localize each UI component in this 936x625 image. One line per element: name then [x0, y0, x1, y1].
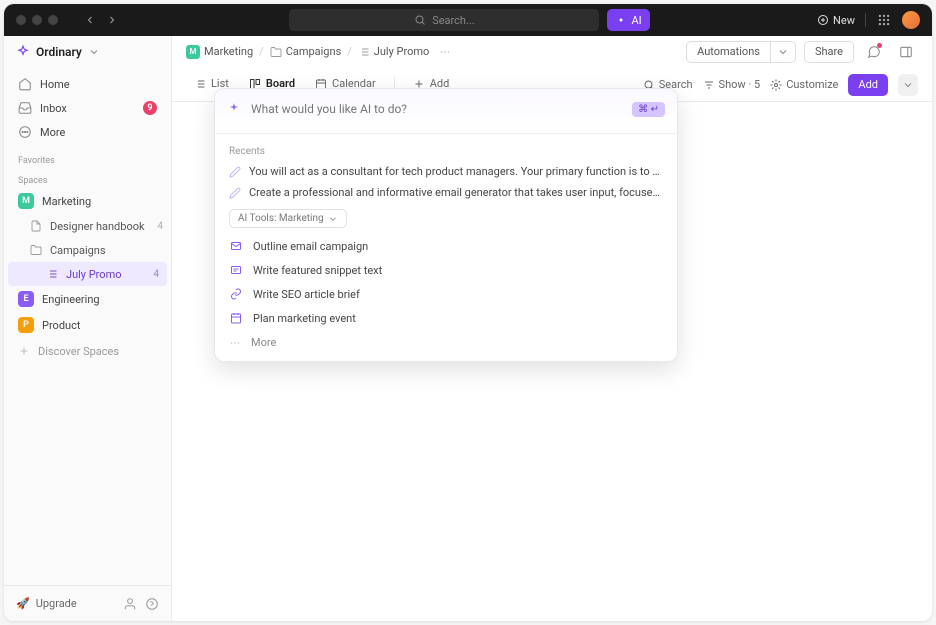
space-engineering[interactable]: E Engineering: [4, 286, 171, 312]
add-task-button[interactable]: Add: [848, 74, 888, 96]
pencil-icon: [229, 166, 241, 178]
user-avatar[interactable]: [902, 11, 920, 29]
inbox-badge: 9: [143, 101, 157, 115]
plus-circle-icon: [817, 14, 829, 26]
sparkle-icon: [227, 102, 241, 116]
help-icon[interactable]: [145, 597, 159, 611]
upgrade-rocket-icon: 🚀: [16, 597, 30, 610]
nav-more[interactable]: More: [12, 120, 163, 144]
list-icon: [46, 268, 58, 280]
discover-spaces[interactable]: Discover Spaces: [4, 338, 171, 364]
workspace-logo-icon: [16, 45, 30, 59]
space-badge-icon: P: [18, 317, 34, 333]
ai-modal: ⌘ ↵ Recents You will act as a consultant…: [214, 88, 678, 362]
search-bar[interactable]: Search...: [289, 9, 599, 31]
ai-more-button[interactable]: More: [215, 330, 677, 361]
link-icon: [229, 287, 243, 301]
customize-action[interactable]: Customize: [770, 78, 838, 91]
workspace-selector[interactable]: Ordinary: [4, 36, 171, 68]
grid-icon: [877, 13, 891, 27]
upgrade-button[interactable]: Upgrade: [36, 597, 77, 610]
ai-recent-item[interactable]: You will act as a consultant for tech pr…: [215, 161, 677, 182]
share-button[interactable]: Share: [804, 41, 854, 63]
invite-icon[interactable]: [123, 597, 137, 611]
maximize-window-icon[interactable]: [48, 15, 58, 25]
content-area: M Marketing / Campaigns / July Promo: [172, 36, 932, 621]
automations-dropdown[interactable]: [771, 41, 796, 63]
chevron-down-icon: [328, 214, 338, 224]
sidebar: Ordinary Home Inbox 9 More: [4, 36, 172, 621]
space-marketing[interactable]: M Marketing: [4, 188, 171, 214]
ai-button[interactable]: AI: [607, 9, 649, 31]
ai-tools-category[interactable]: AI Tools: Marketing: [229, 209, 347, 228]
space-product[interactable]: P Product: [4, 312, 171, 338]
panel-toggle-button[interactable]: [894, 41, 918, 63]
breadcrumb-list[interactable]: July Promo: [358, 45, 430, 58]
chevron-down-icon: [902, 79, 914, 91]
folder-campaigns[interactable]: Campaigns: [4, 238, 171, 262]
search-icon: [414, 14, 426, 26]
ai-submit-hint[interactable]: ⌘ ↵: [632, 102, 665, 117]
inbox-icon: [18, 101, 32, 115]
space-badge-icon: E: [18, 291, 34, 307]
close-window-icon[interactable]: [16, 15, 26, 25]
ai-tool-seo[interactable]: Write SEO article brief: [215, 282, 677, 306]
list-icon: [358, 46, 370, 58]
new-button[interactable]: New: [817, 14, 855, 27]
ai-tool-snippet[interactable]: Write featured snippet text: [215, 258, 677, 282]
topbar: Search... AI New: [4, 4, 932, 36]
more-dots-icon: [229, 337, 241, 349]
breadcrumb-space[interactable]: M Marketing: [186, 45, 253, 59]
nav-forward-button[interactable]: [102, 10, 122, 30]
notifications-button[interactable]: [862, 41, 886, 63]
spaces-heading: Spaces: [4, 168, 171, 188]
chevron-down-icon: [777, 46, 789, 58]
document-icon: [30, 220, 42, 232]
space-badge-icon: M: [18, 193, 34, 209]
apps-grid-button[interactable]: [876, 12, 892, 28]
calendar-icon: [229, 311, 243, 325]
minimize-window-icon[interactable]: [32, 15, 42, 25]
nav-back-button[interactable]: [80, 10, 100, 30]
list-july-promo[interactable]: July Promo 4: [8, 262, 167, 286]
ai-tool-outline-email[interactable]: Outline email campaign: [215, 234, 677, 258]
mail-icon: [229, 239, 243, 253]
nav-inbox[interactable]: Inbox 9: [12, 96, 163, 120]
home-icon: [18, 77, 32, 91]
chevron-down-icon: [88, 46, 100, 58]
breadcrumb-folder[interactable]: Campaigns: [270, 45, 342, 58]
add-task-more-button[interactable]: [898, 74, 918, 96]
nav-home[interactable]: Home: [12, 72, 163, 96]
ai-tool-plan-event[interactable]: Plan marketing event: [215, 306, 677, 330]
panel-icon: [899, 45, 913, 59]
ai-prompt-input[interactable]: [251, 102, 622, 116]
pencil-icon: [229, 187, 241, 199]
gear-icon: [770, 79, 782, 91]
ai-sparkle-icon: [615, 14, 627, 26]
recents-heading: Recents: [215, 138, 677, 161]
more-dots-icon[interactable]: [439, 46, 451, 58]
favorites-heading: Favorites: [4, 148, 171, 168]
folder-icon: [270, 46, 282, 58]
folder-designer-handbook[interactable]: Designer handbook 4: [4, 214, 171, 238]
search-placeholder: Search...: [432, 14, 475, 27]
show-action[interactable]: Show · 5: [703, 78, 761, 91]
ai-recent-item[interactable]: Create a professional and informative em…: [215, 182, 677, 203]
filter-icon: [703, 79, 715, 91]
plus-icon: [18, 345, 30, 357]
snippet-icon: [229, 263, 243, 277]
breadcrumb: M Marketing / Campaigns / July Promo: [186, 45, 451, 59]
list-view-icon: [194, 78, 206, 90]
sidebar-footer: 🚀 Upgrade: [4, 585, 171, 621]
automations-button[interactable]: Automations: [686, 41, 771, 63]
more-icon: [18, 125, 32, 139]
window-controls: [16, 15, 58, 25]
folder-icon: [30, 244, 42, 256]
